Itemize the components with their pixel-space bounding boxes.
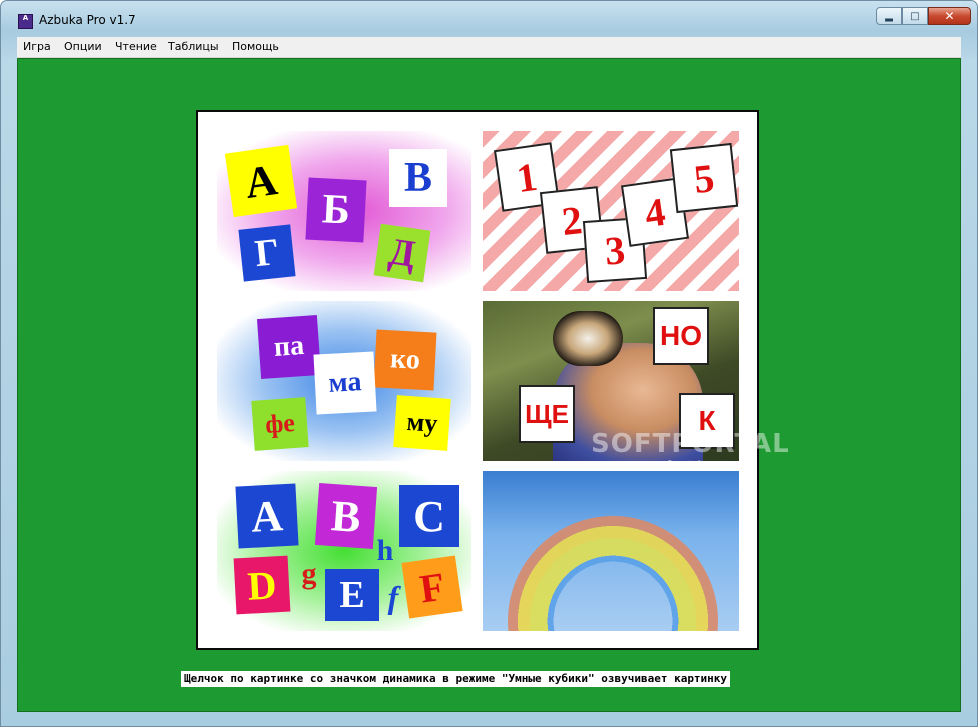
letter-card: В bbox=[389, 149, 447, 207]
menu-item-game[interactable]: Игра bbox=[23, 40, 51, 53]
watermark-logo: SOFTPORTAL bbox=[591, 429, 790, 459]
tile-latin-letters[interactable]: A B C h D g E f F bbox=[217, 471, 471, 631]
photo-puppy bbox=[553, 311, 623, 366]
syllable-card: па bbox=[256, 314, 322, 380]
syllable-card: фе bbox=[251, 397, 309, 451]
menu-bar: Игра Опции Чтение Таблицы Помощь bbox=[17, 37, 961, 58]
menu-item-options[interactable]: Опции bbox=[64, 40, 102, 53]
window-title: Azbuka Pro v1.7 bbox=[39, 13, 136, 27]
tile-rainbow[interactable] bbox=[483, 471, 739, 631]
letter-glyph: g bbox=[301, 557, 317, 590]
tile-syllables[interactable]: па ко ма фе му bbox=[217, 301, 471, 461]
caption-buttons: ▂ □ ✕ bbox=[876, 7, 971, 27]
letter-card: Б bbox=[305, 177, 367, 243]
title-bar[interactable]: A Azbuka Pro v1.7 ▂ □ ✕ bbox=[1, 1, 977, 37]
syllable-card: му bbox=[393, 395, 451, 451]
syllable-card: ЩЕ bbox=[519, 385, 575, 443]
letter-card: Г bbox=[238, 224, 296, 282]
maximize-icon: □ bbox=[910, 10, 920, 22]
menu-item-reading[interactable]: Чтение bbox=[115, 40, 157, 53]
app-icon-letter: A bbox=[22, 14, 29, 22]
letter-card: А bbox=[224, 144, 298, 218]
rainbow-image bbox=[508, 516, 718, 631]
minimize-button[interactable]: ▂ bbox=[876, 7, 902, 25]
letter-card: A bbox=[235, 483, 299, 549]
watermark-url: www.softportal.com bbox=[633, 460, 723, 470]
letter-card: D bbox=[233, 555, 291, 615]
menu-item-help[interactable]: Помощь bbox=[232, 40, 279, 53]
tile-cyrillic-letters[interactable]: А Б В Г Д bbox=[217, 131, 471, 291]
letter-glyph: f bbox=[387, 578, 399, 615]
number-card: 5 bbox=[669, 142, 739, 214]
syllable-card: ма bbox=[313, 351, 377, 415]
status-hint: Щелчок по картинке со значком динамика в… bbox=[181, 671, 731, 687]
syllable-card: НО bbox=[653, 307, 709, 365]
letter-glyph: h bbox=[376, 534, 394, 567]
syllable-card: ко bbox=[373, 329, 437, 391]
app-window: A Azbuka Pro v1.7 ▂ □ ✕ Игра Опции Чтени… bbox=[0, 0, 978, 727]
letter-card: C bbox=[399, 485, 459, 547]
menu-item-tables[interactable]: Таблицы bbox=[168, 40, 219, 53]
letter-card: Д bbox=[373, 223, 431, 283]
close-icon: ✕ bbox=[944, 9, 955, 23]
minimize-icon: ▂ bbox=[885, 10, 893, 22]
letter-card: E bbox=[325, 569, 379, 621]
letter-card: B bbox=[314, 483, 378, 549]
app-icon[interactable]: A bbox=[18, 14, 33, 29]
maximize-button[interactable]: □ bbox=[902, 7, 928, 25]
close-button[interactable]: ✕ bbox=[928, 7, 971, 25]
letter-card: F bbox=[401, 555, 463, 619]
tile-numbers[interactable]: 1 2 3 4 5 bbox=[483, 131, 739, 291]
